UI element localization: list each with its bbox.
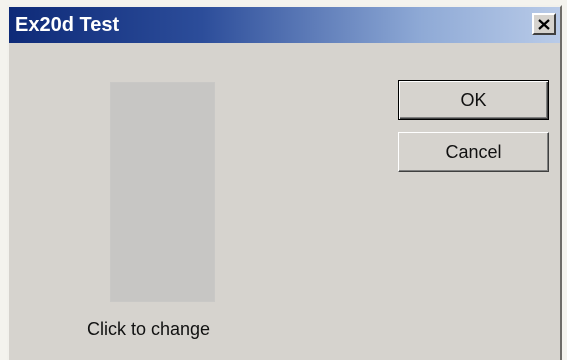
ok-button[interactable]: OK: [398, 80, 549, 120]
dialog-window: Ex20d Test Click to change OK Cancel: [7, 5, 562, 360]
color-swatch[interactable]: [110, 82, 215, 302]
title-bar[interactable]: Ex20d Test: [9, 7, 560, 43]
cancel-button[interactable]: Cancel: [398, 132, 549, 172]
close-icon: [538, 18, 550, 30]
window-title: Ex20d Test: [15, 14, 120, 36]
close-button[interactable]: [532, 13, 556, 35]
swatch-caption: Click to change: [87, 319, 211, 339]
ok-button-label: OK: [460, 89, 487, 110]
cancel-button-label: Cancel: [445, 141, 502, 162]
